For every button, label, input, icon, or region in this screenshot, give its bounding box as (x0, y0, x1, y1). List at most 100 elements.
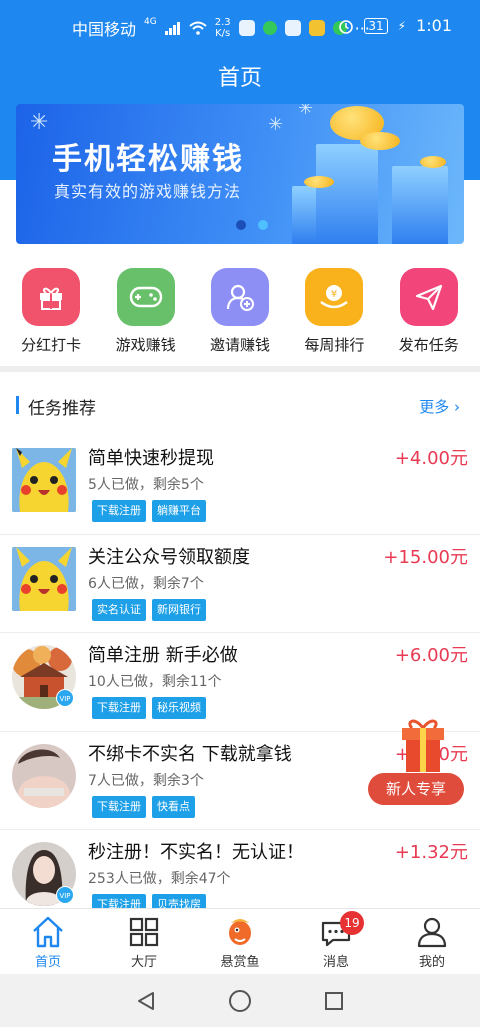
newbie-exclusive-button[interactable]: 新人专享 (368, 773, 464, 805)
gamepad-icon (116, 268, 175, 326)
wechat-notification-icon (262, 21, 277, 35)
more-link[interactable]: 更多 › (419, 396, 460, 417)
task-row[interactable]: 关注公众号领取额度 6人已做，剩余7个 实名认证 新网银行 +15.00元 (0, 535, 480, 633)
chat-notification-icon (284, 20, 301, 36)
quick-action-game-earn[interactable]: 游戏赚钱 (101, 268, 191, 358)
nav-label: 悬赏鱼 (220, 955, 260, 970)
nav-home[interactable]: 首页 (0, 909, 96, 974)
vip-badge-icon: VIP (56, 689, 74, 707)
task-tag: 实名认证 (92, 598, 146, 621)
task-title: 关注公众号领取额度 (88, 546, 250, 568)
coin-icon (304, 176, 334, 188)
task-tags: 下载注册 快看点 (92, 795, 195, 818)
task-title: 秒注册！不实名！无认证！ (88, 842, 304, 863)
task-meta: 10人已做，剩余11个 (88, 674, 222, 690)
task-list: 简单快速秒提现 5人已做，剩余5个 下载注册 躺赚平台 +4.00元 关注公众号… (0, 436, 480, 929)
status-left: 中国移动 4G 2.3 K/s ··· (72, 16, 370, 40)
task-reward: +6.00元 (394, 645, 468, 666)
carrier-label: 中国移动 (72, 20, 137, 39)
nav-profile[interactable]: 我的 (384, 909, 480, 974)
bottom-nav: 首页 大厅 悬赏鱼 19 消息 我的 (0, 908, 480, 974)
status-right: 31 ⚡ 1:01 (338, 16, 452, 35)
quick-action-label: 邀请赚钱 (209, 336, 270, 354)
system-nav-bar (0, 974, 480, 1027)
pikachu-thumbnail (12, 448, 76, 512)
page-title: 首页 (217, 66, 262, 91)
app-alert-icon (308, 20, 325, 36)
invite-user-icon (210, 268, 269, 326)
unread-badge: 19 (340, 911, 364, 935)
section-title: 任务推荐 (28, 399, 96, 419)
app-notification-icon (238, 20, 255, 36)
clock: 1:01 (416, 16, 452, 35)
section-accent-bar (16, 396, 19, 414)
portrait-thumbnail (12, 743, 76, 808)
task-row[interactable]: 简单快速秒提现 5人已做，剩余5个 下载注册 躺赚平台 +4.00元 (0, 436, 480, 535)
nav-messages[interactable]: 19 消息 (288, 909, 384, 974)
quick-action-publish-task[interactable]: 发布任务 (384, 268, 474, 358)
task-tag: 下载注册 (92, 500, 146, 522)
recents-icon[interactable] (323, 990, 345, 1012)
network-speed: 2.3 K/s (214, 17, 231, 39)
task-reward: +15.00元 (383, 546, 468, 568)
task-tag: 下载注册 (92, 697, 146, 719)
banner-title: 手机轻松赚钱 (52, 142, 244, 177)
quick-action-label: 分红打卡 (21, 336, 82, 354)
home-icon (33, 916, 63, 948)
fish-icon (229, 919, 251, 945)
quick-action-dividend-checkin[interactable]: 分红打卡 (6, 268, 96, 358)
task-tag: 新网银行 (152, 598, 206, 621)
gift-icon (22, 268, 81, 326)
task-tag: 秘乐视频 (152, 697, 206, 719)
back-icon[interactable] (135, 990, 157, 1012)
profile-icon (417, 917, 447, 948)
pagination-dot[interactable] (236, 220, 246, 230)
svg-text:¥: ¥ (331, 289, 337, 300)
task-meta: 7人已做，剩余3个 (88, 772, 204, 789)
banner-bar-graphic (316, 144, 378, 244)
nav-label: 消息 (322, 955, 349, 970)
signal-icon: 4G (144, 17, 157, 27)
task-title: 不绑卡不实名 下载就拿钱 (88, 743, 292, 765)
nav-hall[interactable]: 大厅 (96, 909, 192, 974)
quick-action-label: 游戏赚钱 (115, 336, 176, 354)
task-meta: 6人已做，剩余7个 (88, 575, 204, 592)
nav-label: 大厅 (130, 955, 157, 970)
task-tags: 下载注册 躺赚平台 (92, 500, 206, 522)
pikachu-thumbnail (12, 546, 76, 611)
alarm-icon (339, 19, 354, 34)
battery-icon: 31 (364, 17, 388, 34)
quick-action-label: 发布任务 (398, 336, 459, 354)
nav-reward-fish[interactable]: 悬赏鱼 (192, 909, 288, 974)
quick-actions: 分红打卡 游戏赚钱 邀请赚钱 ¥ 每周排行 发布任务 (0, 268, 480, 358)
task-tags: 下载注册 秘乐视频 (92, 697, 206, 719)
coin-ranking-icon: ¥ (305, 268, 364, 326)
task-title: 简单快速秒提现 (88, 448, 214, 469)
task-reward: +1.32元 (394, 842, 468, 863)
task-title: 简单注册 新手必做 (88, 645, 238, 666)
sparkle-icon: ✳ (30, 110, 49, 135)
banner-subtitle: 真实有效的游戏赚钱方法 (54, 182, 242, 201)
promo-banner[interactable]: ✳ ✳ ✳ 手机轻松赚钱 真实有效的游戏赚钱方法 (16, 104, 464, 244)
task-meta: 253人已做，剩余47个 (88, 871, 231, 887)
home-circle-icon[interactable] (228, 989, 252, 1013)
sparkle-icon: ✳ (268, 114, 284, 135)
cell-signal-icon (164, 22, 180, 35)
sparkle-icon: ✳ (298, 104, 314, 119)
nav-label: 我的 (418, 955, 445, 970)
paper-plane-icon (399, 268, 458, 326)
coin-icon (420, 156, 446, 168)
pagination-dot-active[interactable] (258, 220, 268, 230)
quick-action-weekly-ranking[interactable]: ¥ 每周排行 (289, 268, 379, 358)
task-tag: 躺赚平台 (152, 500, 206, 522)
task-tag: 快看点 (152, 795, 195, 818)
task-tag: 下载注册 (92, 795, 146, 818)
quick-action-invite-earn[interactable]: 邀请赚钱 (195, 268, 285, 358)
charging-icon: ⚡ (397, 18, 407, 33)
newbie-gift-icon[interactable] (398, 714, 448, 774)
task-reward: +4.00元 (394, 448, 468, 469)
coin-icon (360, 132, 400, 150)
banner-pagination (236, 220, 268, 230)
vip-badge-icon: VIP (56, 886, 74, 904)
task-tags: 实名认证 新网银行 (92, 598, 206, 621)
